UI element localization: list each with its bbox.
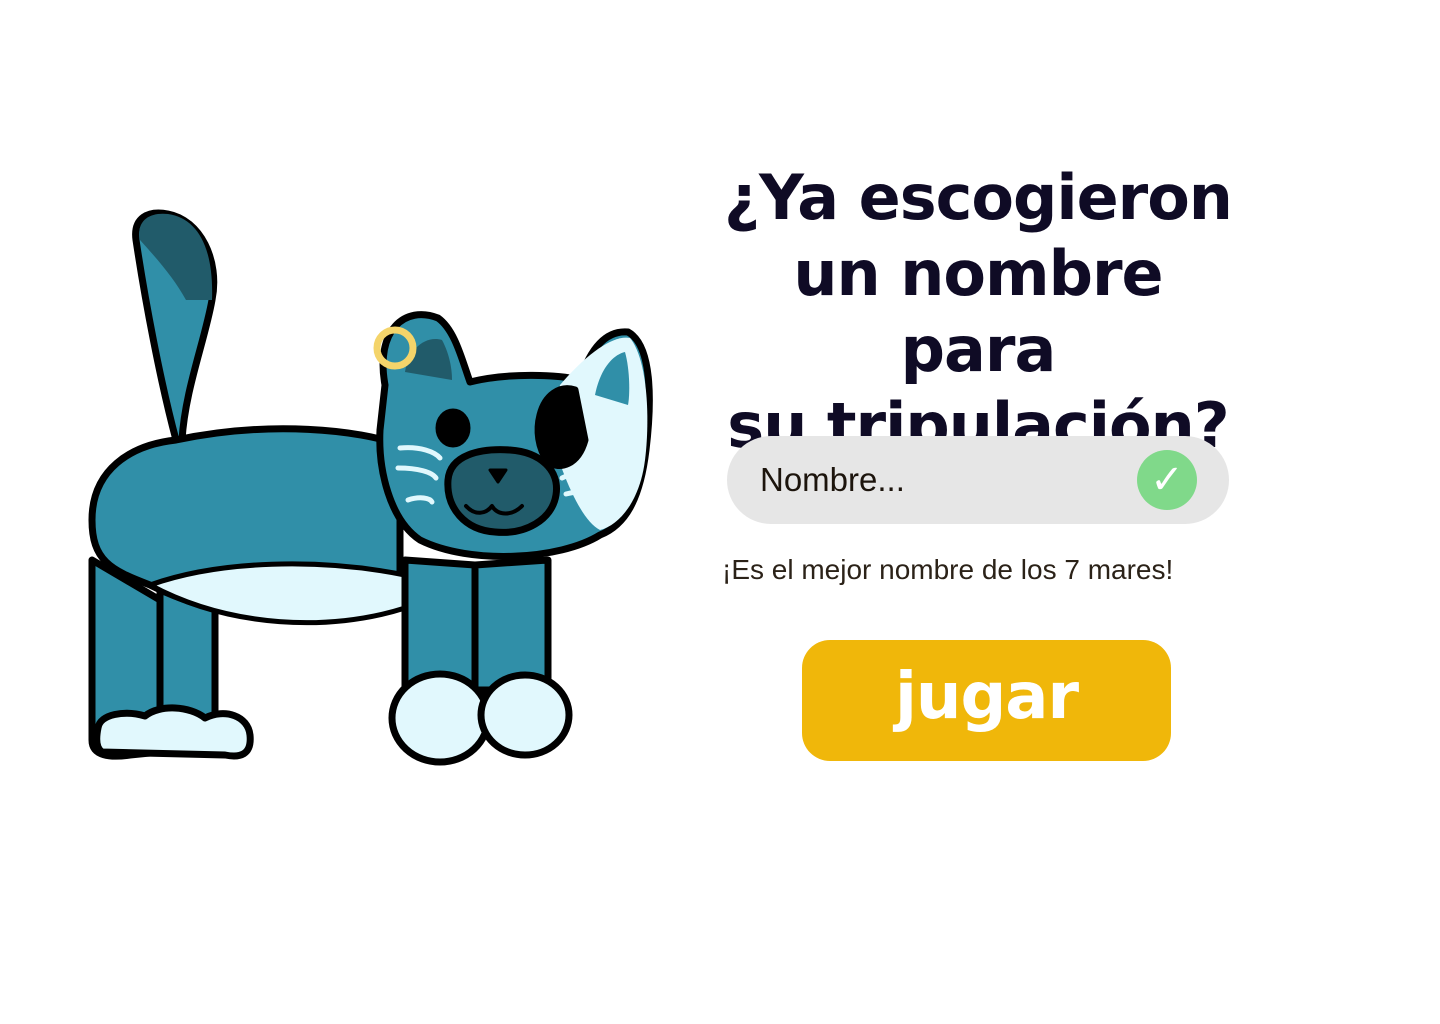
title-line-1: ¿Ya escogieron: [724, 161, 1233, 234]
name-field: ✓: [727, 436, 1229, 524]
page-title: ¿Ya escogieron un nombre para su tripula…: [706, 160, 1250, 464]
helper-text: ¡Es el mejor nombre de los 7 mares!: [722, 554, 1174, 585]
check-glyph: ✓: [1150, 457, 1184, 503]
title-line-2: un nombre para: [793, 237, 1163, 386]
check-icon: ✓: [1137, 450, 1197, 510]
pirate-cat-icon: [88, 209, 653, 766]
play-button[interactable]: jugar: [802, 640, 1171, 761]
crew-name-input[interactable]: [760, 456, 1120, 504]
